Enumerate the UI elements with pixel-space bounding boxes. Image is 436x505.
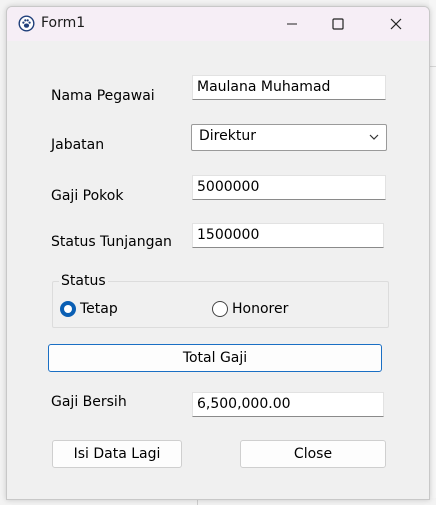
minimize-icon <box>287 23 297 25</box>
gaji-bersih-output[interactable]: 6,500,000.00 <box>192 392 384 417</box>
chevron-down-icon <box>369 134 379 140</box>
honorer-radio-label[interactable]: Honorer <box>232 301 288 317</box>
gaji-pokok-label: Gaji Pokok <box>51 188 124 204</box>
background-window-edge <box>429 0 436 505</box>
window-title: Form1 <box>41 15 86 31</box>
paw-icon[interactable] <box>18 15 35 32</box>
status-group-title: Status <box>59 273 108 289</box>
maximize-icon <box>332 18 344 30</box>
total-gaji-button[interactable]: Total Gaji <box>48 344 382 372</box>
jabatan-dropdown[interactable]: Direktur <box>191 124 387 151</box>
nama-pegawai-input[interactable]: Maulana Muhamad <box>192 75 386 100</box>
minimize-button[interactable] <box>269 7 315 41</box>
tetap-radio-label[interactable]: Tetap <box>80 301 118 317</box>
close-window-button[interactable] <box>373 7 419 41</box>
jabatan-label: Jabatan <box>51 137 105 153</box>
honorer-radio[interactable] <box>212 301 228 317</box>
close-icon <box>390 18 402 30</box>
jabatan-selected-value: Direktur <box>199 128 256 144</box>
maximize-button[interactable] <box>315 7 361 41</box>
form1-window: Form1 Nama Pegawai Maulana Muhamad Jabat… <box>6 6 430 500</box>
nama-pegawai-label: Nama Pegawai <box>51 88 155 104</box>
isi-data-lagi-button[interactable]: Isi Data Lagi <box>52 440 182 468</box>
status-tunjangan-label: Status Tunjangan <box>51 234 172 250</box>
gaji-bersih-label: Gaji Bersih <box>51 394 127 410</box>
status-tunjangan-input[interactable]: 1500000 <box>192 223 384 248</box>
close-button[interactable]: Close <box>240 440 386 468</box>
gaji-pokok-input[interactable]: 5000000 <box>192 175 386 200</box>
tetap-radio[interactable] <box>60 301 76 317</box>
title-bar[interactable]: Form1 <box>7 7 429 41</box>
